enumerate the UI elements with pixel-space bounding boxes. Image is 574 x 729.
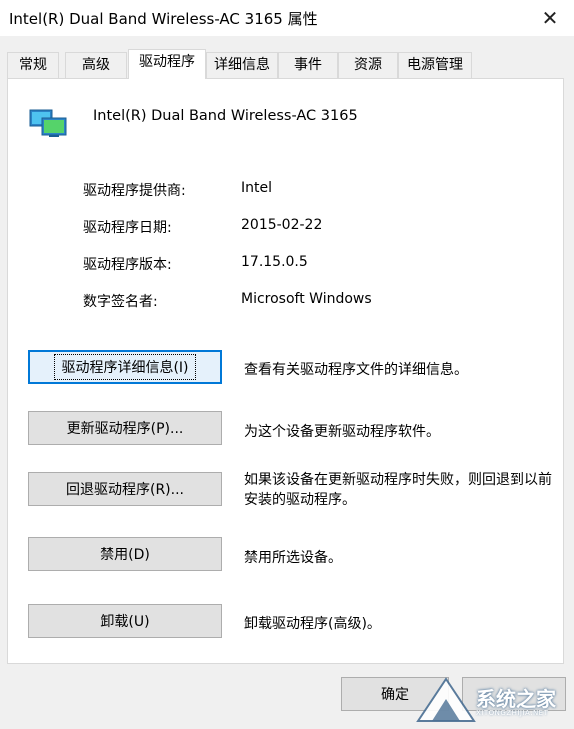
device-name: Intel(R) Dual Band Wireless-AC 3165 (93, 108, 358, 124)
driver-version-value: 17.15.0.5 (241, 254, 308, 270)
disable-description: 禁用所选设备。 (244, 550, 342, 566)
tab-power-management[interactable]: 电源管理 (398, 52, 472, 78)
update-driver-button[interactable]: 更新驱动程序(P)... (28, 411, 222, 445)
watermark-subtext: XITONGZHIJIA.NET (476, 709, 549, 717)
driver-provider-label: 驱动程序提供商: (83, 183, 186, 199)
uninstall-description: 卸载驱动程序(高级)。 (244, 616, 381, 632)
close-icon[interactable]: ✕ (536, 4, 564, 32)
tab-general[interactable]: 常规 (7, 52, 59, 78)
update-driver-description: 为这个设备更新驱动程序软件。 (244, 424, 440, 440)
driver-details-button-label: 驱动程序详细信息(I) (54, 354, 196, 380)
driver-tab-panel: Intel(R) Dual Band Wireless-AC 3165 驱动程序… (7, 78, 564, 664)
digital-signer-value: Microsoft Windows (241, 291, 372, 307)
driver-details-button[interactable]: 驱动程序详细信息(I) (28, 350, 222, 384)
network-adapter-icon (29, 109, 67, 137)
tab-advanced[interactable]: 高级 (65, 52, 127, 78)
driver-details-description: 查看有关驱动程序文件的详细信息。 (244, 362, 468, 378)
tab-events[interactable]: 事件 (278, 52, 338, 78)
tab-details[interactable]: 详细信息 (206, 52, 278, 78)
roll-back-driver-description: 如果该设备在更新驱动程序时失败，则回退到以前安装的驱动程序。 (244, 472, 552, 508)
tab-resources[interactable]: 资源 (338, 52, 398, 78)
window-title: Intel(R) Dual Band Wireless-AC 3165 属性 (9, 10, 318, 28)
ok-button-label: 确定 (381, 687, 409, 703)
title-bar: Intel(R) Dual Band Wireless-AC 3165 属性 ✕ (0, 0, 574, 36)
watermark-text: 系统之家 (476, 687, 556, 711)
uninstall-button[interactable]: 卸载(U) (28, 604, 222, 638)
disable-button-label: 禁用(D) (100, 547, 150, 563)
driver-provider-value: Intel (241, 180, 272, 196)
digital-signer-label: 数字签名者: (83, 294, 158, 310)
roll-back-driver-button[interactable]: 回退驱动程序(R)... (28, 472, 222, 506)
update-driver-button-label: 更新驱动程序(P)... (66, 421, 184, 437)
driver-date-label: 驱动程序日期: (83, 220, 172, 236)
uninstall-button-label: 卸载(U) (100, 614, 150, 630)
driver-version-label: 驱动程序版本: (83, 257, 172, 273)
tab-driver[interactable]: 驱动程序 (128, 49, 206, 79)
driver-date-value: 2015-02-22 (241, 217, 323, 233)
roll-back-driver-button-label: 回退驱动程序(R)... (65, 482, 184, 498)
disable-button[interactable]: 禁用(D) (28, 537, 222, 571)
